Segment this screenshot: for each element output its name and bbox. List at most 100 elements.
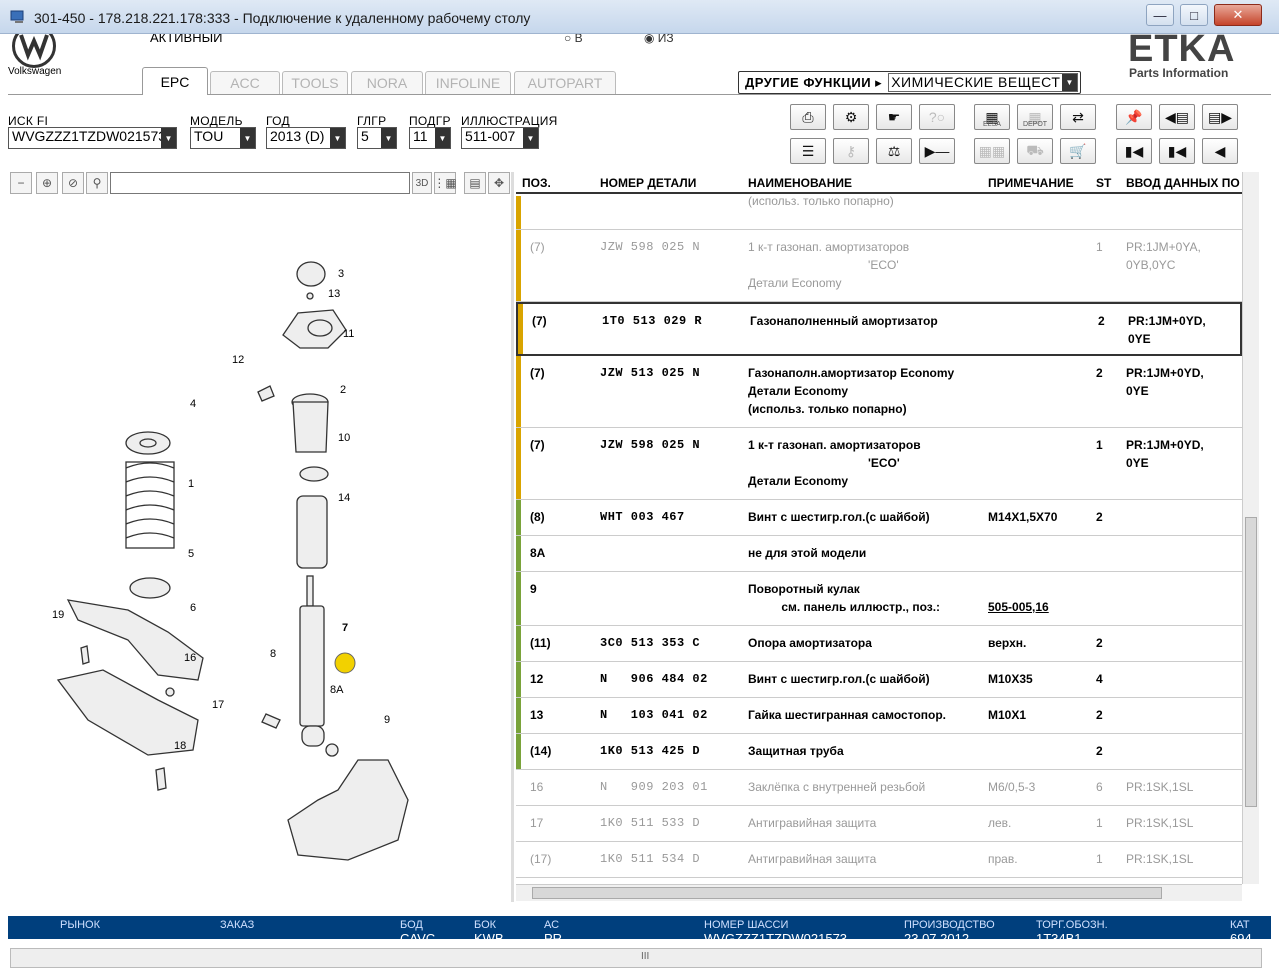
year-select[interactable]: 2013 (D) ▼ — [266, 127, 346, 149]
illustration-select[interactable]: 511-007 ▼ — [461, 127, 539, 149]
tab-nora[interactable]: NORA — [351, 71, 423, 94]
callout-17[interactable]: 17 — [212, 699, 224, 711]
depot-button[interactable]: ▦ DEPOT — [1017, 104, 1053, 130]
callout-16[interactable]: 16 — [184, 652, 196, 664]
col-pos[interactable]: ПОЗ. — [522, 176, 551, 190]
cart-transfer-button[interactable]: ⇄ — [1060, 104, 1096, 130]
tab-epc[interactable]: EPC — [142, 67, 208, 95]
table-row[interactable]: (7) JZW 598 025 N 1 к-т газонап. амортизат… — [516, 230, 1242, 302]
first-button[interactable]: ▮◀ — [1116, 138, 1152, 164]
table-row[interactable]: 12 N 906 484 02 Винт с шестигр.гол.(с шайб… — [516, 662, 1242, 698]
callout-13[interactable]: 13 — [328, 288, 340, 300]
scroll-grip[interactable]: III — [641, 951, 649, 962]
help-button[interactable]: ?○ — [919, 104, 955, 130]
zoom-fit-icon[interactable]: ⊕ — [36, 172, 58, 194]
callout-8a[interactable]: 8A — [330, 684, 343, 696]
callout-6[interactable]: 6 — [190, 602, 196, 614]
back-button[interactable]: ◀ — [1202, 138, 1238, 164]
table-row[interactable]: (7) JZW 598 025 N 1 к-т газонап. амортизат… — [516, 428, 1242, 500]
col-note[interactable]: ПРИМЕЧАНИЕ — [988, 176, 1074, 190]
table-row[interactable]: (использ. только попарно) — [516, 194, 1242, 230]
callout-3[interactable]: 3 — [338, 268, 344, 280]
scroll-thumb[interactable] — [532, 887, 1162, 899]
tab-infoline[interactable]: INFOLINE — [425, 71, 511, 94]
diagram-search-input[interactable] — [110, 172, 410, 194]
grid-icon[interactable]: ⋮▦ — [433, 172, 457, 194]
zoom-ratio-icon[interactable]: ⊘ — [62, 172, 84, 194]
table-row[interactable]: (17) 1K0 511 534 D Антигравийная защита пра… — [516, 842, 1242, 878]
chevron-down-icon[interactable]: ▼ — [330, 128, 345, 148]
arrow-dash-button[interactable]: ▶— — [919, 138, 955, 164]
parts-service-button[interactable]: ⚙ — [833, 104, 869, 130]
tab-acc[interactable]: ACC — [210, 71, 280, 94]
print-button[interactable]: ⎙ — [790, 104, 826, 130]
truck-button[interactable]: ⛟ — [1017, 138, 1053, 164]
pane-divider[interactable] — [511, 172, 514, 902]
table-row[interactable]: 13 N 103 041 02 Гайка шестигранная самосто… — [516, 698, 1242, 734]
subgroup-select[interactable]: 11 ▼ — [409, 127, 451, 149]
col-st[interactable]: ST — [1096, 176, 1111, 190]
col-data[interactable]: ВВОД ДАННЫХ ПО — [1126, 176, 1240, 190]
chevron-down-icon[interactable]: ▼ — [1062, 74, 1078, 91]
table-row[interactable]: 16 N 909 203 01 Заклёпка с внутренней резь… — [516, 770, 1242, 806]
table-row[interactable]: 9 Поворотный кулак см. панель иллюстр., п… — [516, 572, 1242, 626]
callout-5[interactable]: 5 — [188, 548, 194, 560]
other-functions[interactable]: ДРУГИЕ ФУНКЦИИ ▸ ХИМИЧЕСКИЕ ВЕЩЕСТ ▼ — [738, 71, 1082, 94]
radio-v[interactable]: ○ В — [564, 34, 583, 45]
window-horizontal-scrollbar[interactable]: III — [10, 948, 1262, 968]
table-row[interactable]: (7) 1T0 513 029 R Газонаполненный амортиза… — [516, 302, 1242, 356]
callout-9[interactable]: 9 — [384, 714, 390, 726]
radio-iz[interactable]: ◉ ИЗ — [644, 34, 674, 45]
other-functions-select[interactable]: ХИМИЧЕСКИЕ ВЕЩЕСТ ▼ — [888, 73, 1079, 92]
elsa-button[interactable]: ▦ ELSA — [974, 104, 1010, 130]
vertical-scrollbar[interactable] — [1242, 172, 1259, 884]
callout-4[interactable]: 4 — [190, 398, 196, 410]
table-row[interactable]: (14) 1K0 513 425 D Защитная труба 2 — [516, 734, 1242, 770]
model-select[interactable]: TOU ▼ — [190, 127, 256, 149]
compare-button[interactable]: ▦▦ — [974, 138, 1010, 164]
callout-14[interactable]: 14 — [338, 492, 350, 504]
col-number[interactable]: НОМЕР ДЕТАЛИ — [600, 176, 696, 190]
cart-icon[interactable]: 🛒 — [1060, 138, 1096, 164]
layout-icon[interactable]: ▤ — [464, 172, 486, 194]
table-row[interactable]: (11) 3C0 513 353 C Опора амортизатора верхн… — [516, 626, 1242, 662]
table-row[interactable]: (8) WHT 003 467 Винт с шестигр.гол.(с шайб… — [516, 500, 1242, 536]
tab-autopart[interactable]: AUTOPART — [514, 71, 616, 94]
previous-button[interactable]: ▮◀ — [1159, 138, 1195, 164]
callout-12[interactable]: 12 — [232, 354, 244, 366]
scale-button[interactable]: ⚖ — [876, 138, 912, 164]
horizontal-scrollbar[interactable] — [516, 884, 1242, 901]
table-row[interactable]: 17 1K0 511 533 D Антигравийная защита лев. 1… — [516, 806, 1242, 842]
callout-19[interactable]: 19 — [52, 609, 64, 621]
search-icon[interactable]: ⚲ — [86, 172, 108, 194]
cell-note[interactable]: 505-005,16 — [988, 580, 1049, 616]
chevron-down-icon[interactable]: ▼ — [240, 128, 255, 148]
list-view-button[interactable]: ☰ — [790, 138, 826, 164]
prev-page-button[interactable]: ◀▤ — [1159, 104, 1195, 130]
minimize-button[interactable]: — — [1146, 4, 1174, 26]
tab-tools[interactable]: TOOLS — [282, 71, 348, 94]
fi-select[interactable]: WVGZZZ1TZDW021573 ▼ — [8, 127, 177, 149]
callout-11[interactable]: 11 — [343, 328, 354, 340]
close-button[interactable]: ✕ — [1214, 4, 1262, 26]
handshake-button[interactable]: ☛ — [876, 104, 912, 130]
table-row[interactable]: 8A не для этой модели — [516, 536, 1242, 572]
zoom-out-icon[interactable]: − — [10, 172, 32, 194]
scroll-thumb[interactable] — [1245, 517, 1257, 807]
col-name[interactable]: НАИМЕНОВАНИЕ — [748, 176, 852, 190]
chevron-down-icon[interactable]: ▼ — [435, 128, 450, 148]
key-icon[interactable]: ⚷ — [833, 138, 869, 164]
view-3d-button[interactable]: 3D — [412, 172, 432, 194]
chevron-down-icon[interactable]: ▼ — [523, 128, 538, 148]
callout-1[interactable]: 1 — [188, 478, 194, 490]
callout-7[interactable]: 7 — [342, 622, 348, 634]
table-row[interactable]: (7) JZW 513 025 N Газонаполн.амортизатор E… — [516, 356, 1242, 428]
callout-8[interactable]: 8 — [270, 648, 276, 660]
callout-10[interactable]: 10 — [338, 432, 350, 444]
pin-icon[interactable]: 📌 — [1116, 104, 1152, 130]
callout-18[interactable]: 18 — [174, 740, 186, 752]
callout-2[interactable]: 2 — [340, 384, 346, 396]
mgroup-select[interactable]: 5 ▼ — [357, 127, 397, 149]
chevron-down-icon[interactable]: ▼ — [161, 128, 176, 148]
chevron-down-icon[interactable]: ▼ — [381, 128, 396, 148]
